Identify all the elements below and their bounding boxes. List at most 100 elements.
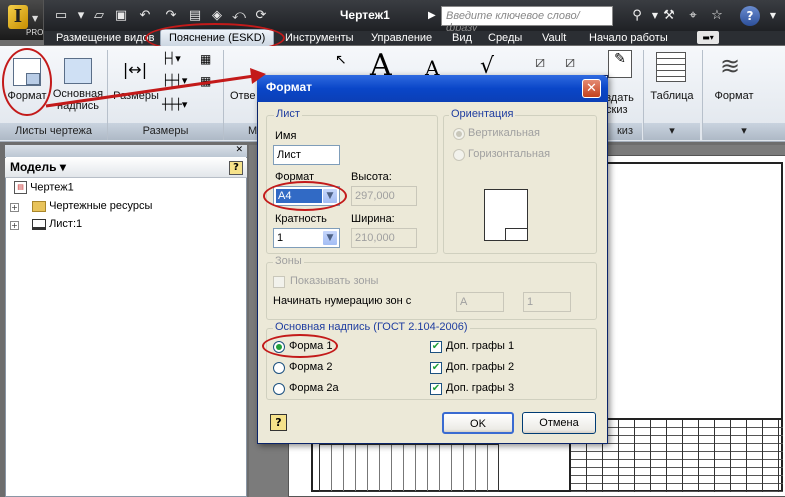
name-field[interactable]: Лист: [273, 145, 340, 165]
help-button[interactable]: ?: [740, 6, 760, 26]
browser-title[interactable]: Модель ▾: [10, 160, 66, 174]
dropdown-arrow-icon[interactable]: ▾: [72, 7, 90, 25]
orientation-preview: [484, 189, 528, 241]
create-sketch-label-2: скиз: [606, 104, 628, 116]
tree-item-label: Чертеж1: [30, 181, 74, 194]
vertical-label: Вертикальная: [468, 127, 540, 139]
leader-icon[interactable]: ↖: [335, 52, 347, 68]
hatch-icon[interactable]: ⧄: [535, 52, 545, 72]
extra2-checkbox[interactable]: ✔: [430, 362, 442, 374]
form2-radio[interactable]: [273, 362, 285, 374]
expand-plus-icon[interactable]: +: [10, 203, 19, 212]
close-button[interactable]: ✕: [582, 79, 601, 98]
redo-icon[interactable]: ↷: [162, 7, 180, 25]
tree-item-sheet[interactable]: Лист:1: [32, 218, 82, 230]
create-sketch-label-1: здать: [606, 92, 634, 104]
tab-environments[interactable]: Среды: [488, 30, 522, 47]
horizontal-radio[interactable]: [453, 149, 465, 161]
format-layers-icon[interactable]: ≋: [720, 52, 740, 80]
undo-icon[interactable]: ↶: [136, 7, 154, 25]
tree-item-drawing[interactable]: ▤ Чертеж1: [14, 181, 74, 194]
tab-manage[interactable]: Управление: [371, 30, 432, 47]
height-label: Высота:: [351, 171, 392, 183]
chevron-down-icon[interactable]: ▾: [669, 125, 675, 137]
tree-item-label: Лист:1: [49, 218, 83, 230]
chevron-down-icon[interactable]: ▾: [60, 160, 66, 174]
panel-m: М: [224, 123, 257, 140]
show-zones-checkbox[interactable]: [273, 276, 285, 288]
panel-dimensions: Размеры: [108, 123, 223, 140]
expand-plus-icon[interactable]: +: [10, 221, 19, 230]
width-field[interactable]: 210,000: [351, 228, 417, 248]
zone-letter-field[interactable]: A: [456, 292, 504, 312]
orientation-group-legend: Ориентация: [449, 108, 516, 120]
table-label: Таблица: [650, 90, 694, 102]
new-file-icon[interactable]: ▭: [52, 7, 70, 25]
subscription-icon[interactable]: ⚒: [660, 7, 678, 25]
extra1-label: Доп. графы 1: [446, 340, 515, 352]
inventor-logo-icon: I: [8, 5, 28, 29]
model-browser: [5, 145, 247, 497]
horizontal-label: Горизонтальная: [468, 148, 551, 160]
chevron-down-icon[interactable]: ▼: [322, 230, 338, 246]
panel-sketch: киз: [608, 123, 642, 140]
folder-icon: [32, 200, 46, 212]
chevron-down-icon: ▼: [32, 14, 39, 23]
panel-table: ▾: [644, 123, 700, 140]
application-menu-button[interactable]: I ▼ PRO: [0, 0, 44, 40]
ribbon-options-icon[interactable]: ▬▾: [697, 31, 719, 44]
title-block-group-legend: Основная надпись (ГОСТ 2.104-2006): [273, 321, 470, 333]
sketch-icon[interactable]: ✎: [608, 50, 632, 78]
width-label: Ширина:: [351, 213, 395, 225]
cancel-button[interactable]: Отмена: [522, 412, 596, 434]
chevron-down-icon[interactable]: ▾: [741, 125, 747, 137]
open-folder-icon[interactable]: ▱: [90, 7, 108, 25]
sheet-group-legend: Лист: [274, 108, 302, 120]
annotation-arrow: [45, 68, 266, 108]
search-input[interactable]: Введите ключевое слово/фразу: [441, 6, 613, 34]
communication-center-icon[interactable]: ⌖: [684, 7, 702, 25]
browser-toolbar-strip: ✕: [5, 145, 247, 157]
extra1-checkbox[interactable]: ✔: [430, 341, 442, 353]
update-icon[interactable]: ⟳: [252, 7, 270, 25]
form2a-radio[interactable]: [273, 383, 285, 395]
help-button[interactable]: ?: [229, 161, 243, 175]
additional-columns: [319, 444, 499, 492]
chevron-down-icon[interactable]: ▼: [764, 7, 782, 25]
close-icon[interactable]: ✕: [235, 145, 243, 155]
drawing-icon: ▤: [14, 181, 27, 194]
panel-sheets: Листы чертежа: [0, 123, 107, 140]
panel-format: ▾: [703, 123, 785, 140]
save-icon[interactable]: ▣: [112, 7, 130, 25]
highlight-oval: [263, 181, 347, 211]
tab-get-started[interactable]: Начало работы: [589, 30, 668, 47]
extra3-checkbox[interactable]: ✔: [430, 383, 442, 395]
return-icon[interactable]: ⤺: [230, 7, 248, 25]
format-label: Формат: [714, 90, 754, 102]
favorites-star-icon[interactable]: ☆: [708, 7, 726, 25]
tab-view[interactable]: Вид: [452, 30, 472, 47]
zone-numbering-label: Начинать нумерацию зон с: [273, 295, 412, 307]
ok-button[interactable]: OK: [442, 412, 514, 434]
multiplicity-label: Кратность: [275, 213, 327, 225]
vertical-radio[interactable]: [453, 128, 465, 140]
sheet-icon: [32, 218, 46, 230]
tree-item-label: Чертежные ресурсы: [49, 200, 153, 212]
height-field[interactable]: 297,000: [351, 186, 417, 206]
form2-label: Форма 2: [289, 361, 333, 373]
tab-tools[interactable]: Инструменты: [285, 30, 354, 47]
expand-search-icon[interactable]: ▶: [428, 10, 436, 21]
binoculars-icon[interactable]: ⚲: [628, 7, 646, 25]
hatch-icon[interactable]: ⧄: [565, 52, 575, 72]
tab-place-views[interactable]: Размещение видов: [56, 30, 155, 47]
name-label: Имя: [275, 130, 297, 142]
highlight-oval: [262, 334, 338, 358]
tab-vault[interactable]: Vault: [542, 30, 566, 47]
zone-number-field[interactable]: 1: [523, 292, 571, 312]
preview-title-block: [505, 228, 527, 240]
table-icon[interactable]: [656, 52, 686, 82]
tree-item-drawing-resources[interactable]: Чертежные ресурсы: [32, 200, 152, 212]
extra3-label: Доп. графы 3: [446, 382, 515, 394]
help-button[interactable]: ?: [270, 414, 287, 431]
document-title: Чертеж1: [340, 8, 390, 22]
